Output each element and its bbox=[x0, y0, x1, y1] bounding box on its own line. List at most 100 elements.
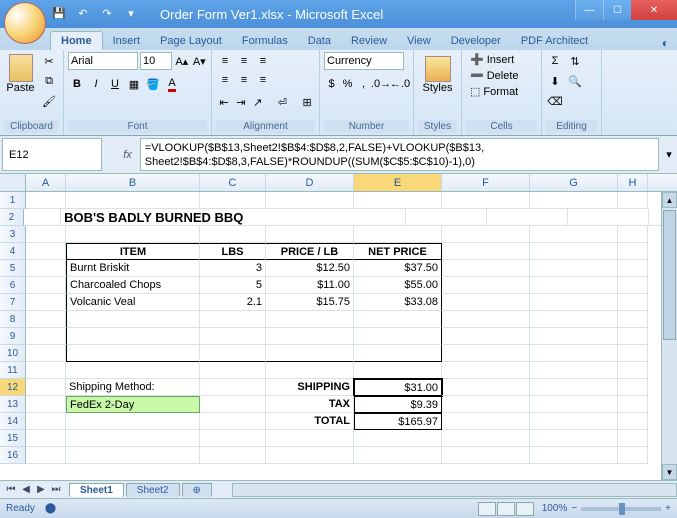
grow-font-icon[interactable]: A▴ bbox=[174, 52, 190, 70]
align-center-icon[interactable]: ≡ bbox=[235, 71, 253, 89]
row-header[interactable]: 2 bbox=[0, 209, 24, 226]
percent-icon[interactable]: % bbox=[340, 75, 355, 93]
underline-button[interactable]: U bbox=[106, 75, 124, 93]
orientation-icon[interactable]: ↗ bbox=[250, 93, 266, 111]
border-button[interactable]: ▦ bbox=[125, 75, 143, 93]
col-header[interactable]: E bbox=[354, 174, 442, 191]
hdr-net[interactable]: NET PRICE bbox=[354, 243, 442, 260]
comma-icon[interactable]: , bbox=[356, 75, 371, 93]
item-cell[interactable]: Burnt Briskit bbox=[66, 260, 200, 277]
item-cell[interactable]: Charcoaled Chops bbox=[66, 277, 200, 294]
vertical-scrollbar[interactable]: ▲ ▼ bbox=[661, 192, 677, 480]
paste-button[interactable]: Paste bbox=[4, 52, 37, 120]
net-cell[interactable]: $55.00 bbox=[354, 277, 442, 294]
clear-icon[interactable]: ⌫ bbox=[546, 92, 564, 110]
format-painter-icon[interactable]: 🖌 bbox=[39, 92, 59, 110]
shipping-method-value[interactable]: FedEx 2-Day bbox=[66, 396, 200, 413]
lbs-cell[interactable]: 2.1 bbox=[200, 294, 266, 311]
align-left-icon[interactable]: ≡ bbox=[216, 71, 234, 89]
help-icon[interactable]: ◐ bbox=[662, 36, 669, 50]
insert-cells-button[interactable]: ➕Insert bbox=[466, 52, 523, 67]
qat-dropdown-icon[interactable]: ▾ bbox=[122, 4, 140, 22]
sort-filter-icon[interactable]: ⇅ bbox=[566, 52, 584, 70]
normal-view-icon[interactable] bbox=[478, 502, 496, 516]
hdr-item[interactable]: ITEM bbox=[66, 243, 200, 260]
row-header[interactable]: 15 bbox=[0, 430, 26, 447]
align-bottom-icon[interactable]: ≡ bbox=[254, 52, 272, 70]
first-sheet-icon[interactable]: ⏮ bbox=[4, 484, 18, 495]
sheet-tab[interactable]: Sheet1 bbox=[69, 483, 124, 497]
tab-page-layout[interactable]: Page Layout bbox=[150, 32, 232, 50]
close-button[interactable]: ✕ bbox=[631, 0, 677, 20]
net-cell[interactable]: $37.50 bbox=[354, 260, 442, 277]
scroll-up-icon[interactable]: ▲ bbox=[662, 192, 677, 208]
italic-button[interactable]: I bbox=[87, 75, 105, 93]
wrap-text-button[interactable]: ⏎ bbox=[267, 93, 298, 111]
undo-icon[interactable]: ↶ bbox=[74, 4, 92, 22]
lbs-cell[interactable]: 3 bbox=[200, 260, 266, 277]
fill-icon[interactable]: ⬇ bbox=[546, 72, 564, 90]
tab-review[interactable]: Review bbox=[341, 32, 397, 50]
copy-icon[interactable]: ⧉ bbox=[39, 72, 59, 90]
increase-indent-icon[interactable]: ⇥ bbox=[233, 93, 249, 111]
font-size-combo[interactable] bbox=[140, 52, 172, 70]
macro-record-icon[interactable]: ⬤ bbox=[45, 503, 56, 514]
row-header[interactable]: 13 bbox=[0, 396, 26, 413]
horizontal-scrollbar[interactable] bbox=[232, 483, 677, 497]
styles-button[interactable]: Styles bbox=[418, 52, 457, 120]
zoom-out-icon[interactable]: − bbox=[571, 503, 577, 514]
autosum-icon[interactable]: Σ bbox=[546, 52, 564, 70]
next-sheet-icon[interactable]: ▶ bbox=[34, 484, 48, 495]
tab-insert[interactable]: Insert bbox=[103, 32, 151, 50]
row-header[interactable]: 16 bbox=[0, 447, 26, 464]
tab-formulas[interactable]: Formulas bbox=[232, 32, 298, 50]
page-layout-view-icon[interactable] bbox=[497, 502, 515, 516]
hdr-lbs[interactable]: LBS bbox=[200, 243, 266, 260]
decrease-indent-icon[interactable]: ⇤ bbox=[216, 93, 232, 111]
tab-developer[interactable]: Developer bbox=[441, 32, 511, 50]
row-header[interactable]: 14 bbox=[0, 413, 26, 430]
expand-formula-bar-icon[interactable]: ▾ bbox=[661, 136, 677, 173]
currency-icon[interactable]: $ bbox=[324, 75, 339, 93]
tax-label[interactable]: TAX bbox=[266, 396, 354, 413]
fill-color-button[interactable]: 🪣 bbox=[144, 75, 162, 93]
price-cell[interactable]: $11.00 bbox=[266, 277, 354, 294]
zoom-slider[interactable] bbox=[581, 507, 661, 511]
shipping-method-label[interactable]: Shipping Method: bbox=[66, 379, 200, 396]
col-header[interactable]: D bbox=[266, 174, 354, 191]
last-sheet-icon[interactable]: ⏭ bbox=[49, 484, 63, 495]
zoom-in-icon[interactable]: + bbox=[665, 503, 671, 514]
shipping-label[interactable]: SHIPPING bbox=[266, 379, 354, 396]
redo-icon[interactable]: ↷ bbox=[98, 4, 116, 22]
fx-icon[interactable]: fx bbox=[123, 149, 132, 161]
align-middle-icon[interactable]: ≡ bbox=[235, 52, 253, 70]
formula-input[interactable]: =VLOOKUP($B$13,Sheet2!$B$4:$D$8,2,FALSE)… bbox=[140, 138, 659, 171]
align-top-icon[interactable]: ≡ bbox=[216, 52, 234, 70]
font-name-combo[interactable] bbox=[68, 52, 138, 70]
increase-decimal-icon[interactable]: .0→ bbox=[372, 75, 390, 93]
lbs-cell[interactable]: 5 bbox=[200, 277, 266, 294]
col-header[interactable]: F bbox=[442, 174, 530, 191]
sheet-title[interactable]: BOB'S BADLY BURNED BBQ bbox=[61, 209, 406, 226]
total-label[interactable]: TOTAL bbox=[266, 413, 354, 430]
delete-cells-button[interactable]: ➖Delete bbox=[466, 68, 523, 83]
tab-view[interactable]: View bbox=[397, 32, 441, 50]
save-icon[interactable]: 💾 bbox=[50, 4, 68, 22]
col-header[interactable]: C bbox=[200, 174, 266, 191]
tab-data[interactable]: Data bbox=[298, 32, 341, 50]
find-select-icon[interactable]: 🔍 bbox=[566, 72, 584, 90]
zoom-level[interactable]: 100% bbox=[542, 503, 568, 514]
row-header[interactable]: 7 bbox=[0, 294, 26, 311]
item-cell[interactable]: Volcanic Veal bbox=[66, 294, 200, 311]
row-header[interactable]: 12 bbox=[0, 379, 26, 396]
new-sheet-tab[interactable]: ⊕ bbox=[182, 483, 212, 497]
scroll-thumb[interactable] bbox=[663, 210, 676, 340]
merge-button[interactable]: ⊞ bbox=[299, 93, 315, 111]
row-header[interactable]: 11 bbox=[0, 362, 26, 379]
minimize-button[interactable]: — bbox=[575, 0, 603, 20]
price-cell[interactable]: $15.75 bbox=[266, 294, 354, 311]
shrink-font-icon[interactable]: A▾ bbox=[192, 52, 208, 70]
row-header[interactable]: 3 bbox=[0, 226, 26, 243]
scroll-down-icon[interactable]: ▼ bbox=[662, 464, 677, 480]
worksheet-grid[interactable]: A B C D E F G H 1 2BOB'S BADLY BURNED BB… bbox=[0, 174, 677, 480]
